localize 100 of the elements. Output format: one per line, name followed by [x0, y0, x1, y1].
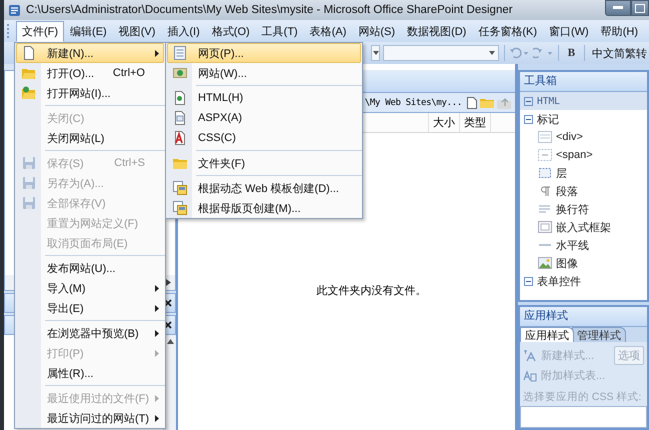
menu-item[interactable]: 根据母版页创建(M)... [167, 198, 361, 218]
menu-item[interactable]: 工具(T) [256, 20, 304, 42]
collapse-icon[interactable] [524, 276, 533, 286]
menu-item[interactable]: ASPX(A) [167, 108, 361, 128]
menu-item[interactable]: 新建(N)... [16, 43, 164, 63]
column-header[interactable]: 类型 [460, 113, 491, 132]
menu-item[interactable]: 根据动态 Web 模板创建(D)... [167, 178, 361, 198]
shortcut-label: Ctrl+S [114, 157, 145, 169]
tree-label: 换行符 [556, 202, 589, 216]
tree-item[interactable]: 图像 [520, 254, 647, 272]
tree-label: 嵌入式框架 [556, 220, 611, 234]
image-tag-icon [538, 257, 552, 269]
folder-icon [22, 66, 36, 80]
menu-item[interactable]: 导出(E) [16, 298, 164, 318]
tree-label: 层 [556, 166, 567, 180]
menu-item[interactable]: 发布网站(U)... [16, 258, 164, 278]
br-tag-icon [538, 203, 552, 215]
collapse-icon[interactable] [524, 114, 533, 124]
scroll-up-icon[interactable] [166, 339, 174, 344]
menu-item[interactable]: 导入(M) [16, 278, 164, 298]
page-icon [22, 46, 36, 60]
category-header[interactable]: HTML [520, 92, 647, 110]
collapse-icon[interactable] [524, 96, 533, 106]
tree-item[interactable]: 水平线 [520, 236, 647, 254]
panel-title: 工具箱 [520, 72, 647, 92]
panel-title: 应用样式 [520, 307, 647, 327]
span-tag-icon [538, 149, 552, 161]
menu-item[interactable]: 网站(W)... [167, 63, 361, 83]
css-file-icon [173, 131, 187, 145]
tab[interactable]: 管理样式 [572, 327, 626, 342]
folder-icon [173, 156, 187, 170]
submenu-arrow-icon [155, 330, 159, 336]
minimize-button[interactable] [605, 0, 631, 16]
layer-tag-icon [538, 167, 552, 179]
new-style-icon [523, 350, 537, 362]
menu-item[interactable]: 窗口(W) [543, 20, 595, 42]
shortcut-label: Ctrl+O [112, 67, 145, 79]
close-icon[interactable] [164, 321, 172, 329]
menu-item[interactable]: 文件(F) [16, 20, 64, 42]
menu-item[interactable]: 插入(I) [161, 20, 206, 42]
convert-button[interactable]: 中文简繁转 [590, 46, 649, 60]
submenu-arrow-icon [155, 414, 159, 422]
submenu-arrow-icon [155, 350, 159, 356]
minimize-icon [613, 6, 623, 10]
tree-item[interactable]: 段落 [520, 182, 647, 200]
submenu-arrow-icon [155, 284, 159, 292]
menu-item[interactable]: 网站(S) [352, 20, 402, 42]
submenu-arrow-icon [155, 304, 159, 312]
tree-label: 标记 [537, 112, 559, 126]
menu-item[interactable]: 关闭网站(L) [16, 128, 164, 148]
bold-button[interactable]: B [564, 47, 580, 59]
menu-item[interactable]: 属性(R)... [16, 363, 164, 383]
menu-item[interactable]: 任务窗格(K) [472, 20, 544, 42]
new-page-icon[interactable] [467, 96, 477, 108]
menu-item[interactable]: 数据视图(D) [401, 20, 472, 42]
menu-item[interactable]: 打开网站(I)... [16, 83, 164, 103]
tree-item[interactable]: <div> [520, 128, 647, 146]
menu-item[interactable]: HTML(H) [167, 88, 361, 108]
tab[interactable]: 应用样式 [520, 327, 574, 342]
tree-item[interactable]: 嵌入式框架 [520, 218, 647, 236]
menu-item[interactable]: 在浏览器中预览(B) [16, 323, 164, 343]
menu-item[interactable]: 最近访问过的网站(T) [16, 408, 164, 428]
style-prompt: 选择要应用的 CSS 样式: [523, 390, 642, 404]
window-title: C:\Users\Administrator\Documents\My Web Sites\mysite - Microsoft Office SharePoint Designer [26, 4, 514, 16]
html-file-icon [173, 91, 187, 105]
tree-label: <div> [556, 131, 583, 143]
menu-item[interactable]: 网页(P)... [167, 43, 361, 63]
menu-item[interactable]: 文件夹(F) [167, 153, 361, 173]
tree-label: HTML [537, 96, 560, 106]
menu-item[interactable]: CSS(C) [167, 128, 361, 148]
tree-item[interactable]: 表单控件 [520, 272, 647, 290]
folder-icon [22, 86, 36, 100]
website-icon [173, 66, 187, 80]
tree-item[interactable]: 层 [520, 164, 647, 182]
dropdown-button[interactable] [371, 45, 380, 61]
menu-item[interactable]: 编辑(E) [64, 20, 113, 42]
folder-path: \My Web Sites\my... [364, 98, 462, 108]
app-icon [8, 4, 21, 16]
menu-item[interactable]: 格式(O) [206, 20, 256, 42]
tree-item[interactable]: 换行符 [520, 200, 647, 218]
submenu-arrow-icon [155, 50, 159, 56]
column-header[interactable]: 大小 [429, 113, 460, 132]
caret-icon [372, 51, 379, 55]
attach-sheet-icon [523, 370, 537, 382]
empty-message: 此文件夹内没有文件。 [316, 284, 426, 297]
tree-label: 段落 [556, 184, 578, 198]
maximize-button[interactable] [631, 0, 649, 16]
aspx-file-icon [173, 111, 187, 125]
caret-icon [488, 51, 495, 55]
tree-label: 表单控件 [537, 274, 581, 288]
iframe-tag-icon [538, 221, 552, 233]
close-icon[interactable] [164, 299, 172, 307]
menu-item[interactable]: 帮助(H) [594, 20, 644, 42]
tree-item[interactable]: 标记 [520, 110, 647, 128]
tree-item[interactable]: <span> [520, 146, 647, 164]
menu-item[interactable]: 表格(A) [304, 20, 352, 42]
tree-label: 水平线 [556, 238, 589, 252]
menu-item[interactable]: 打开(O)... Ctrl+O [16, 63, 164, 83]
template-icon [173, 181, 187, 195]
menu-item[interactable]: 视图(V) [112, 20, 162, 42]
